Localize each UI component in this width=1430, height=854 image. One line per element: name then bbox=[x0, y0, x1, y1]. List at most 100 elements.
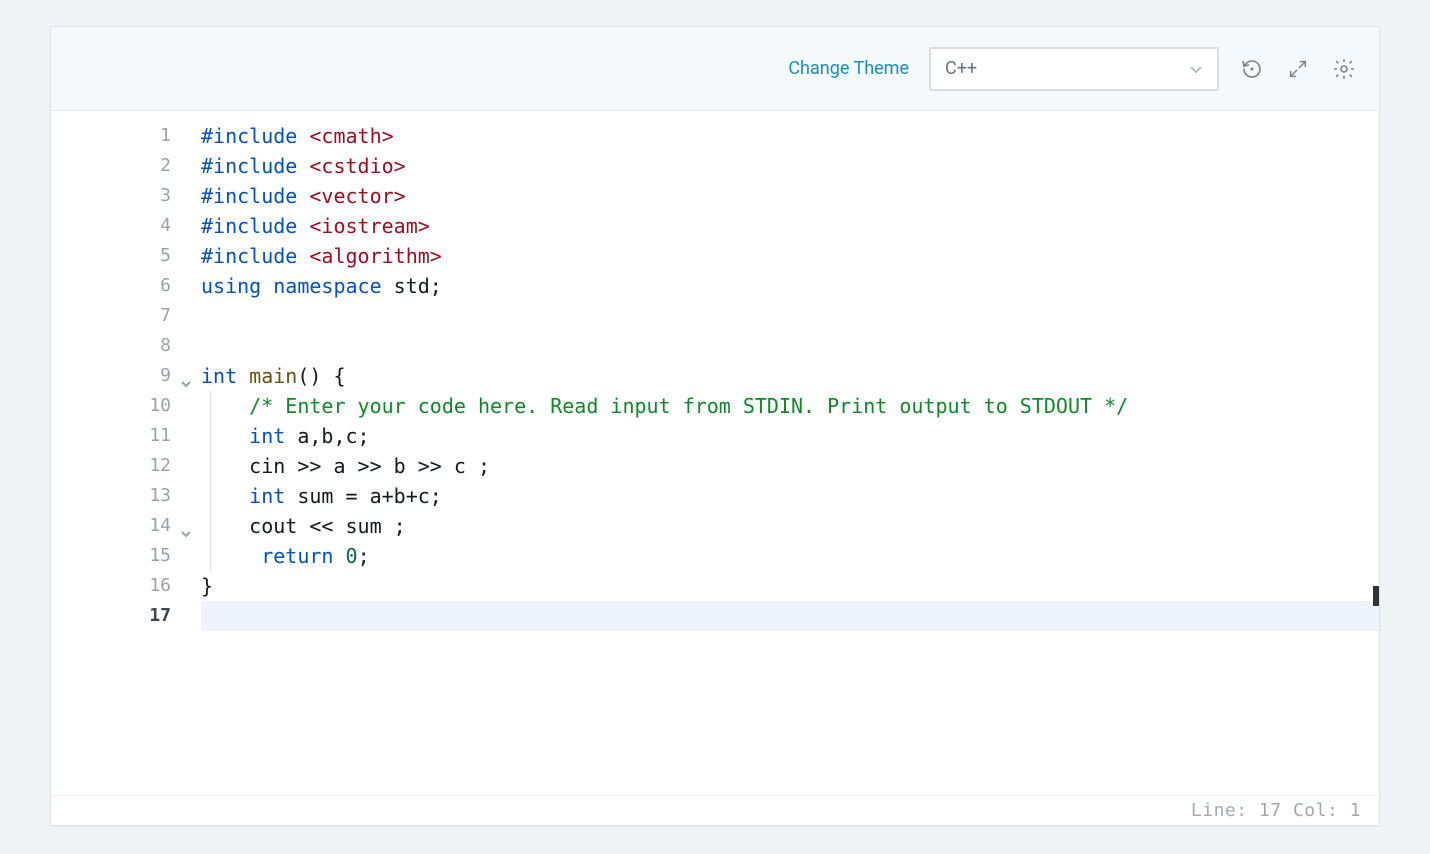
line-number: 4 bbox=[160, 211, 171, 241]
code-token: int bbox=[201, 361, 237, 391]
code-token: ; bbox=[358, 541, 370, 571]
gutter-line: 17 bbox=[51, 601, 201, 631]
code-token: () { bbox=[297, 361, 345, 391]
line-number: 12 bbox=[149, 451, 171, 481]
chevron-down-icon bbox=[179, 377, 193, 391]
line-number: 13 bbox=[149, 481, 171, 511]
line-number: 5 bbox=[160, 241, 171, 271]
code-line[interactable]: #include <algorithm> bbox=[201, 241, 1379, 271]
code-token: <cstdio> bbox=[309, 151, 405, 181]
gutter-line: 7 bbox=[51, 301, 201, 331]
code-token: <algorithm> bbox=[309, 241, 441, 271]
code-token bbox=[297, 121, 309, 151]
code-line[interactable]: int a,b,c; bbox=[201, 421, 1379, 451]
line-number: 7 bbox=[160, 301, 171, 331]
code-token bbox=[297, 211, 309, 241]
code-line[interactable]: cout << sum ; bbox=[201, 511, 1379, 541]
fullscreen-button[interactable] bbox=[1285, 56, 1311, 82]
code-line[interactable]: return 0; bbox=[201, 541, 1379, 571]
line-number: 10 bbox=[149, 391, 171, 421]
fold-toggle[interactable] bbox=[179, 519, 193, 533]
code-line[interactable]: #include <iostream> bbox=[201, 211, 1379, 241]
code-token: a,b,c; bbox=[285, 421, 369, 451]
code-line[interactable] bbox=[201, 301, 1379, 331]
indent-guide bbox=[210, 391, 211, 421]
gutter-line: 13 bbox=[51, 481, 201, 511]
line-number: 16 bbox=[149, 571, 171, 601]
code-line[interactable]: #include <vector> bbox=[201, 181, 1379, 211]
code-line[interactable]: /* Enter your code here. Read input from… bbox=[201, 391, 1379, 421]
code-token: namespace bbox=[273, 271, 381, 301]
change-theme-link[interactable]: Change Theme bbox=[788, 58, 909, 79]
status-line-label: Line: bbox=[1191, 800, 1248, 821]
indent-guide bbox=[210, 481, 211, 511]
gutter-line: 11 bbox=[51, 421, 201, 451]
language-select[interactable]: C++ bbox=[929, 47, 1219, 91]
line-number: 14 bbox=[149, 511, 171, 541]
gutter-line: 9 bbox=[51, 361, 201, 391]
code-token: int bbox=[249, 421, 285, 451]
code-line[interactable]: int sum = a+b+c; bbox=[201, 481, 1379, 511]
code-token: <cmath> bbox=[309, 121, 393, 151]
indent-guide bbox=[210, 451, 211, 481]
code-token: #include bbox=[201, 121, 297, 151]
code-token: <vector> bbox=[309, 181, 405, 211]
code-line[interactable]: #include <cmath> bbox=[201, 121, 1379, 151]
code-token: main bbox=[249, 361, 297, 391]
chevron-down-icon bbox=[179, 527, 193, 541]
code-token: int bbox=[249, 481, 285, 511]
code-token: cin >> a >> b >> c ; bbox=[201, 451, 490, 481]
code-token: using bbox=[201, 271, 261, 301]
gutter-line: 12 bbox=[51, 451, 201, 481]
code-line[interactable]: int main() { bbox=[201, 361, 1379, 391]
code-token: #include bbox=[201, 241, 297, 271]
code-token: } bbox=[201, 571, 213, 601]
line-number: 15 bbox=[149, 541, 171, 571]
code-token: #include bbox=[201, 181, 297, 211]
code-token: #include bbox=[201, 211, 297, 241]
line-number: 11 bbox=[149, 421, 171, 451]
code-editor-panel: Change Theme C++ 12345678910111 bbox=[50, 26, 1380, 826]
code-token bbox=[297, 181, 309, 211]
editor-body[interactable]: 1234567891011121314151617 #include <cmat… bbox=[51, 111, 1379, 795]
line-number: 9 bbox=[160, 361, 171, 391]
gutter-line: 1 bbox=[51, 121, 201, 151]
code-line[interactable] bbox=[201, 601, 1379, 631]
line-number: 2 bbox=[160, 151, 171, 181]
code-line[interactable] bbox=[201, 331, 1379, 361]
code-token bbox=[201, 391, 249, 421]
gutter-line: 16 bbox=[51, 571, 201, 601]
gutter-line: 8 bbox=[51, 331, 201, 361]
settings-button[interactable] bbox=[1331, 56, 1357, 82]
scroll-indicator[interactable] bbox=[1373, 586, 1379, 606]
line-number: 3 bbox=[160, 181, 171, 211]
indent-guide bbox=[210, 541, 211, 571]
editor-toolbar: Change Theme C++ bbox=[51, 27, 1379, 111]
code-token: 0 bbox=[346, 541, 358, 571]
code-token bbox=[261, 271, 273, 301]
code-line[interactable]: #include <cstdio> bbox=[201, 151, 1379, 181]
line-number: 6 bbox=[160, 271, 171, 301]
gutter-line: 6 bbox=[51, 271, 201, 301]
status-line-value: 17 bbox=[1259, 800, 1282, 821]
code-token: sum = a+b+c; bbox=[285, 481, 442, 511]
expand-icon bbox=[1287, 58, 1309, 80]
indent-guide bbox=[210, 511, 211, 541]
gear-icon bbox=[1332, 57, 1356, 81]
status-col-value: 1 bbox=[1350, 800, 1361, 821]
status-col-label: Col: bbox=[1293, 800, 1338, 821]
code-token: <iostream> bbox=[309, 211, 429, 241]
fold-toggle[interactable] bbox=[179, 369, 193, 383]
gutter-line: 14 bbox=[51, 511, 201, 541]
line-number: 17 bbox=[149, 601, 171, 631]
code-area[interactable]: #include <cmath>#include <cstdio>#includ… bbox=[201, 121, 1379, 795]
reset-code-button[interactable] bbox=[1239, 56, 1265, 82]
code-line[interactable]: using namespace std; bbox=[201, 271, 1379, 301]
code-token bbox=[297, 151, 309, 181]
code-token bbox=[297, 241, 309, 271]
code-token: /* Enter your code here. Read input from… bbox=[249, 391, 1128, 421]
gutter-line: 15 bbox=[51, 541, 201, 571]
code-line[interactable]: cin >> a >> b >> c ; bbox=[201, 451, 1379, 481]
code-line[interactable]: } bbox=[201, 571, 1379, 601]
status-bar: Line: 17 Col: 1 bbox=[51, 795, 1379, 825]
